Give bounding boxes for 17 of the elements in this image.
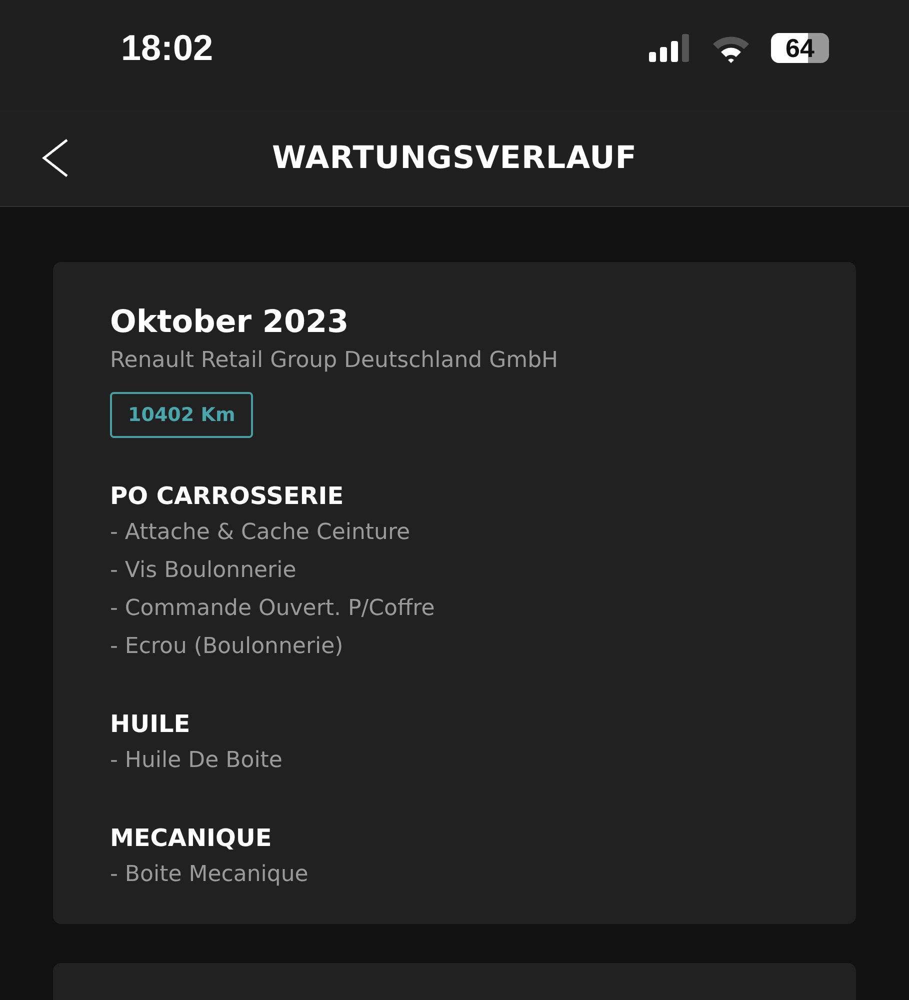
mileage-badge: 10402 Km [110, 392, 254, 438]
section-heading: HUILE [110, 709, 192, 740]
service-item: - Commande Ouvert. P/Coffre [110, 595, 436, 623]
service-item: - Boite Mecanique [110, 861, 310, 889]
service-item: - Attache & Cache Ceinture [110, 519, 412, 547]
status-time: 18:02 [121, 27, 214, 69]
dealer-name: Renault Retail Group Deutschland GmbH [110, 347, 560, 375]
section-heading: MECANIQUE [110, 823, 273, 854]
service-item: - Huile De Boite [110, 747, 284, 775]
service-item: - Vis Boulonnerie [110, 557, 298, 585]
service-item: - Ecrou (Boulonnerie) [110, 633, 344, 661]
battery-icon: 64 [771, 33, 829, 63]
record-date: Oktober 2023 [110, 303, 350, 342]
page-title: WARTUNGSVERLAUF [272, 140, 637, 176]
section-heading: PO CARROSSERIE [110, 481, 345, 512]
back-icon[interactable] [41, 138, 69, 178]
signal-icon [649, 34, 691, 62]
